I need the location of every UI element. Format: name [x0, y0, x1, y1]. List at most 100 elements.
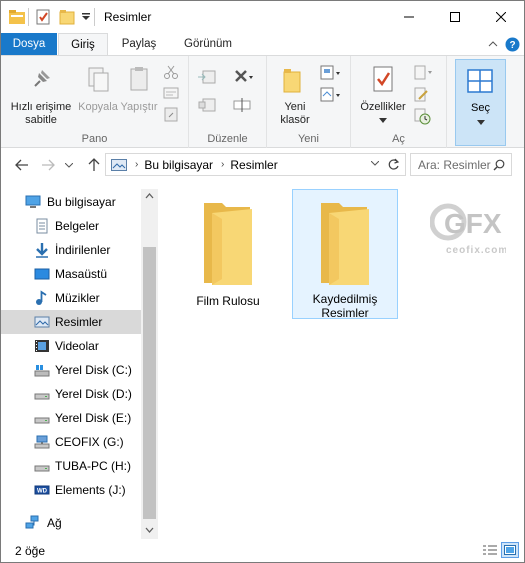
- group-label-pano: Pano: [81, 133, 108, 145]
- copy-icon: [88, 67, 109, 92]
- folder-item-selected[interactable]: Kaydedilmiş Resimler: [292, 189, 398, 320]
- close-icon: [496, 12, 506, 22]
- address-bar[interactable]: › Bu bilgisayar › Resimler: [105, 153, 406, 176]
- nav-scrollbar[interactable]: [141, 189, 158, 539]
- nav-item-network[interactable]: Ağ: [1, 511, 141, 535]
- easy-access-icon[interactable]: [319, 86, 340, 104]
- folder-name-line2: Resimler: [321, 306, 369, 320]
- nav-item-drive-g[interactable]: CEOFIX (G:): [1, 430, 141, 454]
- new-folder-button[interactable]: Yeni klasör: [273, 66, 317, 127]
- nav-label: Yerel Disk (D:): [55, 387, 132, 401]
- paste-shortcut-icon[interactable]: [163, 106, 181, 124]
- collapse-ribbon-button[interactable]: [485, 36, 501, 52]
- large-icons-view-button[interactable]: [501, 542, 519, 558]
- refresh-button[interactable]: [387, 158, 400, 171]
- nav-label: CEOFIX (G:): [55, 435, 124, 449]
- folder-name: Film Rulosu: [196, 294, 260, 308]
- copy-to-icon[interactable]: [197, 96, 216, 114]
- properties-button[interactable]: Özellikler: [357, 64, 409, 127]
- window-controls: [386, 1, 524, 33]
- move-to-icon[interactable]: [197, 68, 216, 86]
- new-folder-qa-icon[interactable]: [59, 9, 75, 25]
- qa-separator: [94, 8, 95, 26]
- copy-button[interactable]: Kopyala: [74, 64, 122, 114]
- ribbon-group-pano: Hızlı erişime sabitle Kopyala Yapıştır P…: [1, 56, 189, 148]
- nav-label: TUBA-PC (H:): [55, 459, 131, 473]
- nav-label: Ağ: [47, 516, 62, 530]
- search-icon: [493, 159, 505, 171]
- copy-path-icon[interactable]: [163, 85, 181, 103]
- item-count: 2 öğe: [15, 544, 46, 558]
- nav-item-drive-c[interactable]: Yerel Disk (C:): [1, 358, 141, 382]
- nav-item-drive-j[interactable]: WD Elements (J:): [1, 478, 141, 502]
- minimize-button[interactable]: [386, 1, 432, 33]
- nav-item-drive-e[interactable]: Yerel Disk (E:): [1, 406, 141, 430]
- back-button[interactable]: [13, 156, 31, 174]
- nav-item-drive-d[interactable]: Yerel Disk (D:): [1, 382, 141, 406]
- nav-label: Elements (J:): [55, 483, 126, 497]
- tab-dosya[interactable]: Dosya: [1, 33, 57, 55]
- close-button[interactable]: [478, 1, 524, 33]
- file-list-view[interactable]: Film Rulosu Kaydedilmiş Resimler GFX ceo…: [158, 181, 524, 539]
- select-button[interactable]: Seç: [455, 59, 506, 146]
- nav-item-this-pc[interactable]: Bu bilgisayar: [1, 190, 141, 214]
- videos-icon: [35, 340, 49, 352]
- tab-paylas[interactable]: Paylaş: [111, 33, 167, 55]
- forward-button[interactable]: [39, 156, 57, 174]
- help-button[interactable]: ?: [504, 36, 520, 52]
- nav-item-documents[interactable]: Belgeler: [1, 214, 141, 238]
- address-dropdown-button[interactable]: [371, 161, 379, 166]
- scroll-up-icon[interactable]: [145, 193, 154, 199]
- open-icon[interactable]: [413, 64, 432, 82]
- rename-icon[interactable]: [233, 96, 251, 114]
- maximize-button[interactable]: [432, 1, 478, 33]
- history-icon[interactable]: [413, 108, 431, 126]
- nav-scrollbar-thumb[interactable]: [143, 247, 156, 519]
- chevron-up-icon: [488, 41, 498, 47]
- nav-label: Yerel Disk (E:): [55, 411, 132, 425]
- quick-access-toolbar: [1, 1, 98, 33]
- tab-gorunum[interactable]: Görünüm: [173, 33, 243, 55]
- svg-text:GFX: GFX: [444, 208, 502, 239]
- new-item-icon[interactable]: [319, 64, 340, 82]
- cut-icon[interactable]: [163, 64, 181, 82]
- edit-icon[interactable]: [413, 86, 431, 104]
- qa-separator: [28, 8, 29, 26]
- nav-item-desktop[interactable]: Masaüstü: [1, 262, 141, 286]
- new-folder-label-line2: klasör: [280, 114, 310, 126]
- network-drive-icon: [34, 435, 50, 449]
- details-view-button[interactable]: [481, 542, 499, 558]
- music-icon: [36, 290, 47, 305]
- breadcrumb-separator: ›: [135, 159, 139, 170]
- folder-item[interactable]: Film Rulosu: [175, 191, 281, 319]
- select-label: Seç: [471, 102, 490, 114]
- breadcrumb-this-pc[interactable]: Bu bilgisayar: [144, 158, 213, 172]
- arrow-up-icon: [88, 158, 100, 171]
- drive-icon: [34, 393, 50, 400]
- customize-qa-icon[interactable]: [81, 12, 91, 22]
- search-box[interactable]: Ara: Resimler: [410, 153, 512, 176]
- paste-label: Yapıştır: [120, 101, 158, 113]
- computer-icon: [25, 195, 41, 208]
- nav-item-music[interactable]: Müzikler: [1, 286, 141, 310]
- arrow-left-icon: [15, 159, 28, 171]
- nav-label: Müzikler: [55, 291, 100, 305]
- nav-item-downloads[interactable]: İndirilenler: [1, 238, 141, 262]
- delete-icon[interactable]: [233, 68, 253, 86]
- properties-qa-icon[interactable]: [35, 9, 51, 25]
- svg-text:?: ?: [509, 40, 515, 51]
- recent-locations-button[interactable]: [63, 156, 75, 174]
- ribbon-tabs: Dosya Giriş Paylaş Görünüm ?: [1, 33, 524, 56]
- breadcrumb-pictures[interactable]: Resimler: [230, 158, 277, 172]
- scroll-down-icon[interactable]: [145, 527, 154, 533]
- up-button[interactable]: [85, 156, 103, 174]
- title-bar: Resimler: [1, 1, 524, 33]
- tab-giris[interactable]: Giriş: [58, 33, 108, 56]
- paste-button[interactable]: Yapıştır: [119, 64, 159, 114]
- nav-item-drive-h[interactable]: TUBA-PC (H:): [1, 454, 141, 478]
- network-icon: [25, 515, 39, 529]
- nav-item-pictures[interactable]: Resimler: [1, 310, 141, 334]
- pin-quick-access-button[interactable]: Hızlı erişime sabitle: [5, 64, 77, 127]
- navigation-bar: › Bu bilgisayar › Resimler Ara: Resimler: [1, 149, 524, 181]
- nav-item-videos[interactable]: Videolar: [1, 334, 141, 358]
